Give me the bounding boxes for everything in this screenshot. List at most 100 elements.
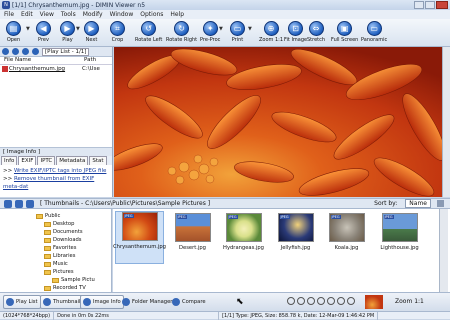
play-button[interactable]: ▶ Play: [60, 21, 75, 43]
folder-icon: [44, 253, 51, 259]
sort-select[interactable]: Name: [405, 199, 431, 208]
view-control-2-icon[interactable]: [297, 297, 305, 305]
left-pane: [Play List - 1/1] File Name Path Chrysan…: [0, 47, 113, 197]
thumbnail-koala[interactable]: JPEG Koala.jpg: [322, 213, 371, 251]
full-screen-button[interactable]: ▣ Full Screen: [331, 21, 358, 43]
tree-item-desktop[interactable]: Desktop: [44, 221, 74, 227]
tab-iptc[interactable]: IPTC: [37, 156, 56, 165]
image-info-header: [ Image Info ]: [0, 147, 112, 156]
status-bar: (1024*768*24bpp) Done in 0m 0s 22ms [1/1…: [0, 311, 450, 320]
tree-item-pictures[interactable]: Pictures: [44, 269, 74, 275]
tree-item-downloads[interactable]: Downloads: [44, 237, 82, 243]
write-exif-link[interactable]: Write EXIF/IPTC tags into JPEG file: [14, 168, 106, 174]
stretch-button[interactable]: ⇔ Stretch: [307, 21, 325, 43]
pre-proc-dropdown-icon[interactable]: ▼: [219, 26, 223, 32]
thumbnail-desert[interactable]: JPEG Desert.jpg: [168, 213, 217, 251]
tree-item-sample-pictures[interactable]: Sample Pictu: [52, 277, 95, 283]
prev-button[interactable]: ◀ Prev: [36, 21, 51, 43]
rotate-left-button[interactable]: ↺ Rotate Left: [135, 21, 162, 43]
stretch-icon: ⇔: [308, 21, 324, 36]
arrow-right-icon: ▶: [84, 21, 99, 36]
open-button[interactable]: ▤ Open: [6, 21, 21, 43]
image-info-button[interactable]: Image Info: [80, 295, 124, 309]
thumbnail-caption: Desert.jpg: [179, 245, 206, 251]
thumbnail-chrysanthemum[interactable]: JPEG Chrysanthemum.jpg: [113, 211, 166, 264]
tab-info[interactable]: Info: [1, 156, 18, 165]
thumbnail-hydrangeas[interactable]: JPEG Hydrangeas.jpg: [219, 213, 268, 251]
mouse-cursor-icon: ⬉: [236, 297, 244, 307]
maximize-button[interactable]: [425, 1, 435, 9]
play-dropdown-icon[interactable]: ▼: [76, 26, 80, 32]
playlist-add-icon[interactable]: [2, 48, 9, 55]
refresh-icon[interactable]: [15, 199, 23, 208]
menu-help[interactable]: Help: [170, 11, 184, 18]
menu-options[interactable]: Options: [140, 11, 163, 18]
viewer-scrollbar[interactable]: [442, 47, 450, 197]
play-list-button[interactable]: Play List: [3, 295, 41, 309]
tree-item-recorded-tv[interactable]: Recorded TV: [44, 285, 86, 291]
thumbnails-close-icon[interactable]: [437, 200, 444, 207]
image-viewer[interactable]: [114, 47, 450, 197]
thumbnail-jellyfish[interactable]: JPEG Jellyfish.jpg: [271, 213, 320, 251]
fit-image-button[interactable]: ⊡ Fit Image: [284, 21, 307, 43]
col-file-name[interactable]: File Name: [0, 57, 80, 64]
menu-window[interactable]: Window: [110, 11, 134, 18]
view-control-1-icon[interactable]: [287, 297, 295, 305]
compare-icon: [172, 298, 180, 306]
close-button[interactable]: [436, 1, 448, 9]
menu-file[interactable]: File: [4, 11, 14, 18]
thumbnail-lighthouse[interactable]: JPEG Lighthouse.jpg: [375, 213, 424, 251]
rotate-right-button[interactable]: ↻ Rotate Right: [166, 21, 197, 43]
next-button[interactable]: ▶ Next: [84, 21, 99, 43]
tab-metadata[interactable]: Metadata: [56, 156, 89, 165]
view-mode-icon[interactable]: [26, 199, 34, 208]
view-control-4-icon[interactable]: [317, 297, 325, 305]
info-icon: [83, 298, 91, 306]
status-time: Done in 0m 0s 22ms: [54, 311, 220, 320]
tree-item-favorites[interactable]: Favorites: [44, 245, 76, 251]
folder-up-icon[interactable]: [4, 199, 12, 208]
crop-button[interactable]: ⌗ Crop: [110, 21, 125, 43]
pre-proc-button[interactable]: ✦ Pre-Proc: [200, 21, 220, 43]
print-button[interactable]: ▭ Print: [230, 21, 245, 43]
status-dimensions: (1024*768*24bpp): [0, 311, 55, 320]
view-control-6-icon[interactable]: [337, 297, 345, 305]
playlist-row[interactable]: Chrysanthemum.jpg C:\Use: [0, 65, 112, 73]
view-control-5-icon[interactable]: [327, 297, 335, 305]
playlist-remove-icon[interactable]: [12, 48, 19, 55]
fit-icon: ⊡: [288, 21, 304, 36]
tree-item-music[interactable]: Music: [44, 261, 68, 267]
col-path[interactable]: Path: [80, 57, 96, 64]
folder-manager-button[interactable]: Folder Manager: [120, 295, 174, 309]
tab-exif[interactable]: EXIF: [18, 156, 37, 165]
menu-view[interactable]: View: [40, 11, 54, 18]
menu-tools[interactable]: Tools: [61, 11, 76, 18]
panoramic-button[interactable]: ▭ Panoramic: [361, 21, 387, 43]
panoramic-icon: ▭: [366, 21, 382, 36]
tree-item-libraries[interactable]: Libraries: [44, 253, 75, 259]
playlist-header: File Name Path: [0, 57, 112, 65]
playlist-menu-icon[interactable]: [22, 48, 29, 55]
zoom-button[interactable]: ⊕ Zoom 1:1: [259, 21, 283, 43]
view-control-7-icon[interactable]: [347, 297, 355, 305]
image-info-title: [ Image Info ]: [3, 149, 41, 155]
menu-edit[interactable]: Edit: [21, 11, 33, 18]
thumbnails-scrollbar[interactable]: [439, 209, 448, 292]
view-control-3-icon[interactable]: [307, 297, 315, 305]
minimize-button[interactable]: [414, 1, 424, 9]
folder-icon: [52, 277, 59, 283]
tree-item-public[interactable]: Public: [36, 213, 60, 219]
print-dropdown-icon[interactable]: ▼: [248, 26, 252, 32]
remove-thumbnail-link[interactable]: Remove thumbnail from EXIF meta-dat: [3, 176, 94, 190]
menu-modify[interactable]: Modify: [83, 11, 103, 18]
open-dropdown-icon[interactable]: ▼: [26, 26, 30, 32]
thumbnail-image: JPEG: [174, 213, 211, 242]
main-toolbar: ▤ Open ▼ ◀ Prev ▶ Play ▼ ▶ Next ⌗ Crop ↺ Rotat…: [0, 19, 450, 47]
compare-button[interactable]: Compare: [170, 295, 208, 309]
title-bar: N [1/1] Chrysanthemum.jpg - DIMIN Viewer…: [0, 0, 450, 10]
tree-item-documents[interactable]: Documents: [44, 229, 83, 235]
tab-stat[interactable]: Stat: [89, 156, 107, 165]
thumbnail-caption: Hydrangeas.jpg: [223, 245, 264, 251]
playlist-options-icon[interactable]: [32, 48, 39, 55]
current-image-preview: [365, 295, 383, 309]
